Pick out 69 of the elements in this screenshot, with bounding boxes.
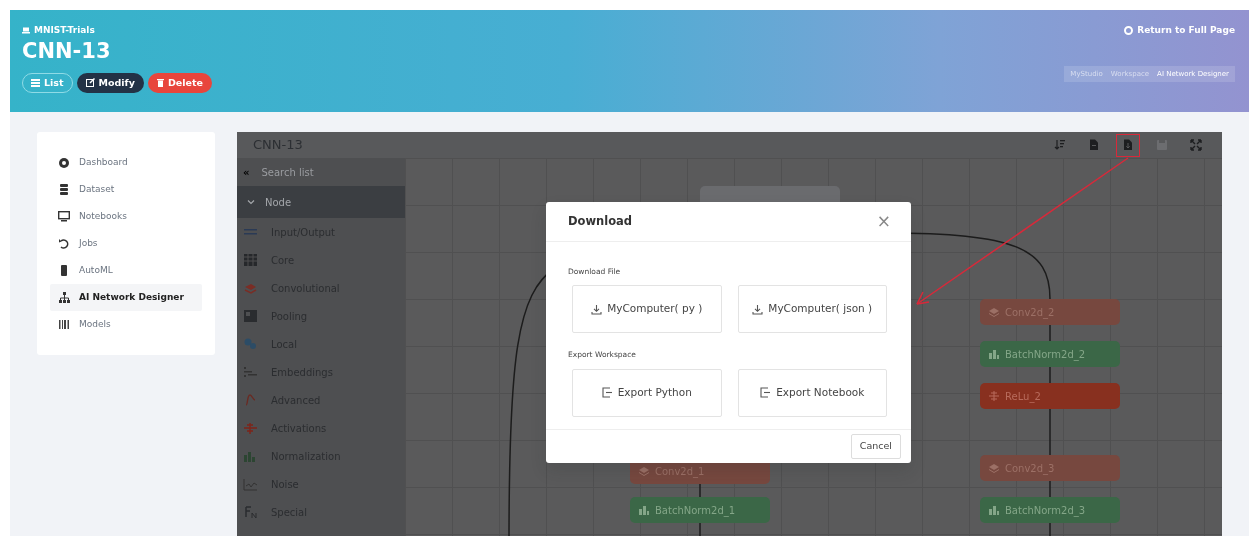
circle-icon — [1124, 26, 1134, 36]
wave-icon — [243, 477, 258, 491]
page-title: CNN-13 — [22, 39, 112, 63]
graph-node[interactable]: ReLu_2 — [980, 383, 1120, 409]
trash-icon — [156, 78, 164, 88]
layers-icon — [243, 281, 258, 295]
file-icon — [1088, 139, 1100, 151]
sidebar-item[interactable]: AutoML — [50, 257, 202, 284]
network-icon — [58, 291, 71, 304]
header-button[interactable]: Delete — [147, 72, 212, 93]
palette-group-header[interactable]: Node — [237, 186, 405, 218]
project-name[interactable]: MNIST-Trials — [34, 24, 95, 38]
option-button[interactable]: Export Notebook — [737, 368, 887, 417]
sidebar-item[interactable]: Dataset — [50, 176, 202, 203]
scatter-icon — [243, 337, 258, 351]
laptop-icon — [22, 27, 30, 35]
table-icon — [243, 309, 258, 323]
option-button[interactable]: MyComputer( py ) — [572, 285, 722, 334]
graph-node[interactable]: BatchNorm2d_2 — [980, 341, 1120, 367]
sidebar-item[interactable]: Dashboard — [50, 149, 202, 176]
chart-icon — [638, 504, 650, 516]
connector-line — [1049, 324, 1051, 342]
function-icon — [243, 505, 258, 519]
chart-icon — [988, 348, 1000, 360]
sidebar-item[interactable]: Models — [50, 311, 202, 338]
curve-icon — [243, 393, 258, 407]
chart-icon — [988, 504, 1000, 516]
sidebar-item[interactable]: Notebooks — [50, 203, 202, 230]
step-icon — [988, 390, 1000, 402]
layers-icon — [988, 462, 1000, 474]
close-button[interactable]: × — [874, 213, 893, 230]
dialog-title: Download — [568, 212, 633, 230]
history-icon — [58, 237, 71, 250]
database-icon — [58, 183, 71, 196]
export-icon — [601, 387, 613, 398]
cancel-button[interactable]: Cancel — [850, 434, 901, 459]
fullscreen-icon — [1190, 139, 1202, 151]
layers-icon — [988, 306, 1000, 318]
chevron-down-icon — [247, 198, 255, 206]
header-button[interactable]: Modify — [76, 72, 144, 93]
connector-line — [1049, 522, 1051, 536]
collapse-button[interactable]: « — [243, 164, 250, 180]
option-button[interactable]: Export Python — [572, 368, 722, 417]
search-field[interactable]: Search list — [259, 163, 370, 181]
connector-line — [699, 522, 701, 536]
step-icon — [243, 421, 258, 435]
layers-icon — [638, 465, 650, 477]
sort-icon — [1054, 139, 1066, 151]
export-icon — [760, 387, 772, 398]
toolbar-button[interactable] — [1116, 133, 1140, 157]
list-icon — [31, 78, 40, 87]
monitor-icon — [58, 210, 71, 223]
file-icon — [1122, 139, 1134, 151]
download-icon — [591, 303, 603, 315]
return-link[interactable]: Return to Full Page — [1124, 24, 1235, 38]
sidebar-item[interactable]: AI Network Designer — [50, 284, 202, 311]
connector-line — [699, 483, 701, 498]
connector-line — [1049, 408, 1051, 456]
download-icon — [752, 303, 764, 315]
graph-node[interactable]: BatchNorm2d_3 — [980, 497, 1120, 523]
edit-icon — [85, 78, 95, 88]
connector-line — [1049, 366, 1051, 384]
grid-icon — [243, 253, 258, 267]
chart-icon — [243, 449, 258, 463]
sidebar-item[interactable]: Jobs — [50, 230, 202, 257]
graph-node[interactable]: BatchNorm2d_1 — [630, 497, 770, 523]
barcode-icon — [58, 318, 71, 331]
connector-line — [1049, 480, 1051, 498]
option-button[interactable]: MyComputer( json ) — [737, 285, 887, 334]
